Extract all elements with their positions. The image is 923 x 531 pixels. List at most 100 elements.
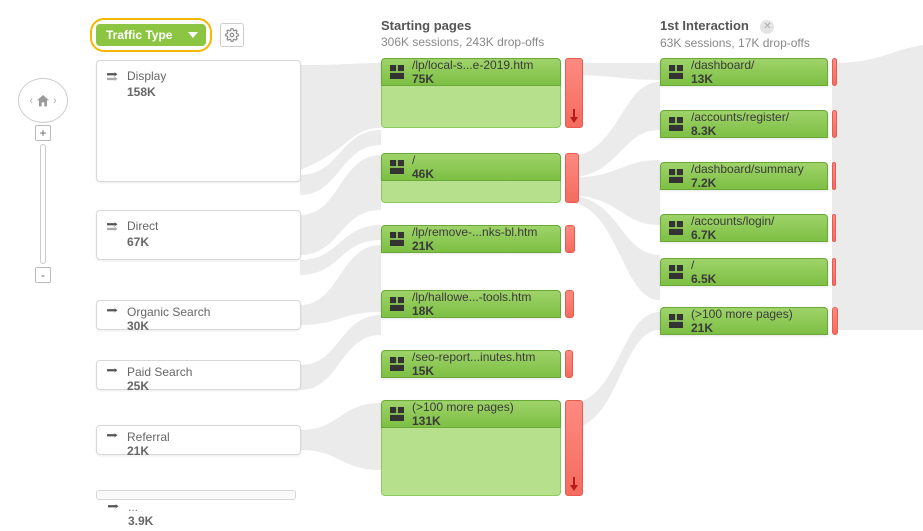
dropoff-indicator: [565, 153, 579, 203]
interaction-node-summary[interactable]: /dashboard/summary 7.2K: [660, 162, 828, 190]
node-count: 6.7K: [691, 228, 817, 242]
nav-right-icon[interactable]: ›: [53, 95, 57, 107]
source-node-display[interactable]: Display 158K: [96, 60, 301, 182]
source-node-referral[interactable]: Referral 21K: [96, 425, 301, 455]
dropoff-arrow-icon: [569, 109, 579, 123]
page-node-remove[interactable]: /lp/remove-...nks-bl.htm 21K: [381, 225, 561, 253]
source-node-direct[interactable]: Direct 67K: [96, 210, 301, 260]
dropoff-indicator: [565, 290, 574, 318]
node-label: /seo-report...inutes.htm: [412, 350, 550, 364]
interaction-node-register[interactable]: /accounts/register/ 8.3K: [660, 110, 828, 138]
source-node-organic[interactable]: Organic Search 30K: [96, 300, 301, 330]
page-icon: [390, 407, 404, 421]
node-label: Organic Search: [127, 305, 210, 319]
dropoff-indicator: [832, 162, 836, 190]
interaction-node-more[interactable]: (>100 more pages) 21K: [660, 307, 828, 335]
zoom-in-button[interactable]: +: [35, 125, 51, 141]
settings-button[interactable]: [220, 23, 244, 47]
interaction-node-login[interactable]: /accounts/login/ 6.7K: [660, 214, 828, 242]
page-icon: [669, 169, 683, 183]
node-count: 158K: [127, 85, 288, 99]
node-count: 25K: [127, 379, 290, 393]
page-node-root[interactable]: / 46K: [381, 153, 561, 203]
page-icon: [390, 357, 404, 371]
node-label: Paid Search: [127, 365, 192, 379]
node-label: ...: [128, 500, 138, 514]
traffic-type-dropdown[interactable]: Traffic Type: [90, 18, 212, 52]
node-count: 8.3K: [691, 124, 817, 138]
column-title: 1st Interaction: [660, 18, 749, 33]
node-count: 18K: [412, 304, 550, 318]
dropoff-indicator: [832, 58, 837, 86]
node-label: /lp/local-s...e-2019.htm: [412, 58, 550, 72]
dropoff-indicator: [565, 400, 583, 496]
node-count: 30K: [127, 319, 290, 333]
page-icon: [390, 160, 404, 174]
node-label: /accounts/login/: [691, 214, 817, 228]
node-count: 46K: [412, 167, 550, 181]
through-icon-wrapper: [108, 502, 122, 516]
column-subtitle: 63K sessions, 17K drop-offs: [660, 36, 810, 50]
page-icon: [390, 65, 404, 79]
home-control[interactable]: ‹ ›: [18, 78, 68, 123]
dropoff-indicator: [832, 258, 836, 286]
interaction-node-dashboard[interactable]: /dashboard/ 13K: [660, 58, 828, 86]
dropdown-label: Traffic Type: [106, 28, 172, 42]
dropoff-arrow-icon: [569, 477, 579, 491]
node-label: /: [412, 153, 550, 167]
node-label: Referral: [127, 430, 170, 444]
page-icon: [669, 117, 683, 131]
node-count: 6.5K: [691, 272, 817, 286]
column-header-starting: Starting pages 306K sessions, 243K drop-…: [381, 18, 544, 49]
node-count: 67K: [127, 235, 288, 249]
node-label: Direct: [127, 219, 158, 233]
through-icon: [107, 367, 121, 377]
interaction-node-root[interactable]: / 6.5K: [660, 258, 828, 286]
page-node-more[interactable]: (>100 more pages) 131K: [381, 400, 561, 496]
zoom-out-button[interactable]: -: [35, 267, 51, 283]
through-icon: [107, 432, 121, 442]
source-node-other[interactable]: [96, 490, 296, 500]
dropoff-indicator: [832, 307, 838, 335]
home-icon: [35, 93, 51, 109]
node-label: (>100 more pages): [691, 307, 817, 321]
node-count: 21K: [412, 239, 550, 253]
source-node-paid[interactable]: Paid Search 25K: [96, 360, 301, 390]
page-icon: [390, 297, 404, 311]
node-label: (>100 more pages): [412, 400, 550, 414]
nav-left-icon[interactable]: ‹: [29, 95, 33, 107]
node-count: 15K: [412, 364, 550, 378]
page-icon: [669, 265, 683, 279]
dropoff-indicator: [832, 214, 836, 242]
page-node-halloween[interactable]: /lp/hallowe...-tools.htm 18K: [381, 290, 561, 318]
node-count: 7.2K: [691, 176, 817, 190]
node-label: /accounts/register/: [691, 110, 817, 124]
zoom-slider[interactable]: [40, 144, 46, 264]
column-header-first: 1st Interaction ✕ 63K sessions, 17K drop…: [660, 18, 810, 50]
page-icon: [669, 314, 683, 328]
page-node-lp-local[interactable]: /lp/local-s...e-2019.htm 75K: [381, 58, 561, 128]
close-column-button[interactable]: ✕: [760, 20, 774, 34]
node-label: Display: [127, 69, 166, 83]
node-count: 75K: [412, 72, 550, 86]
node-count: 21K: [127, 444, 290, 458]
through-icon: [107, 221, 121, 231]
dropoff-indicator: [832, 110, 837, 138]
through-icon: [107, 71, 121, 81]
column-subtitle: 306K sessions, 243K drop-offs: [381, 35, 544, 49]
node-count: 13K: [691, 72, 817, 86]
dropoff-indicator: [565, 350, 573, 378]
node-label: /: [691, 258, 817, 272]
gear-icon: [225, 28, 239, 42]
node-label: /lp/remove-...nks-bl.htm: [412, 225, 550, 239]
page-node-seo-report[interactable]: /seo-report...inutes.htm 15K: [381, 350, 561, 378]
node-count: 21K: [691, 321, 817, 335]
page-icon: [669, 65, 683, 79]
node-label: /dashboard/: [691, 58, 817, 72]
node-count: 3.9K: [128, 514, 153, 528]
node-label: /dashboard/summary: [691, 162, 817, 176]
zoom-control: + -: [35, 125, 51, 280]
dropoff-indicator: [565, 58, 583, 128]
dropoff-indicator: [565, 225, 575, 253]
column-title: Starting pages: [381, 18, 544, 33]
